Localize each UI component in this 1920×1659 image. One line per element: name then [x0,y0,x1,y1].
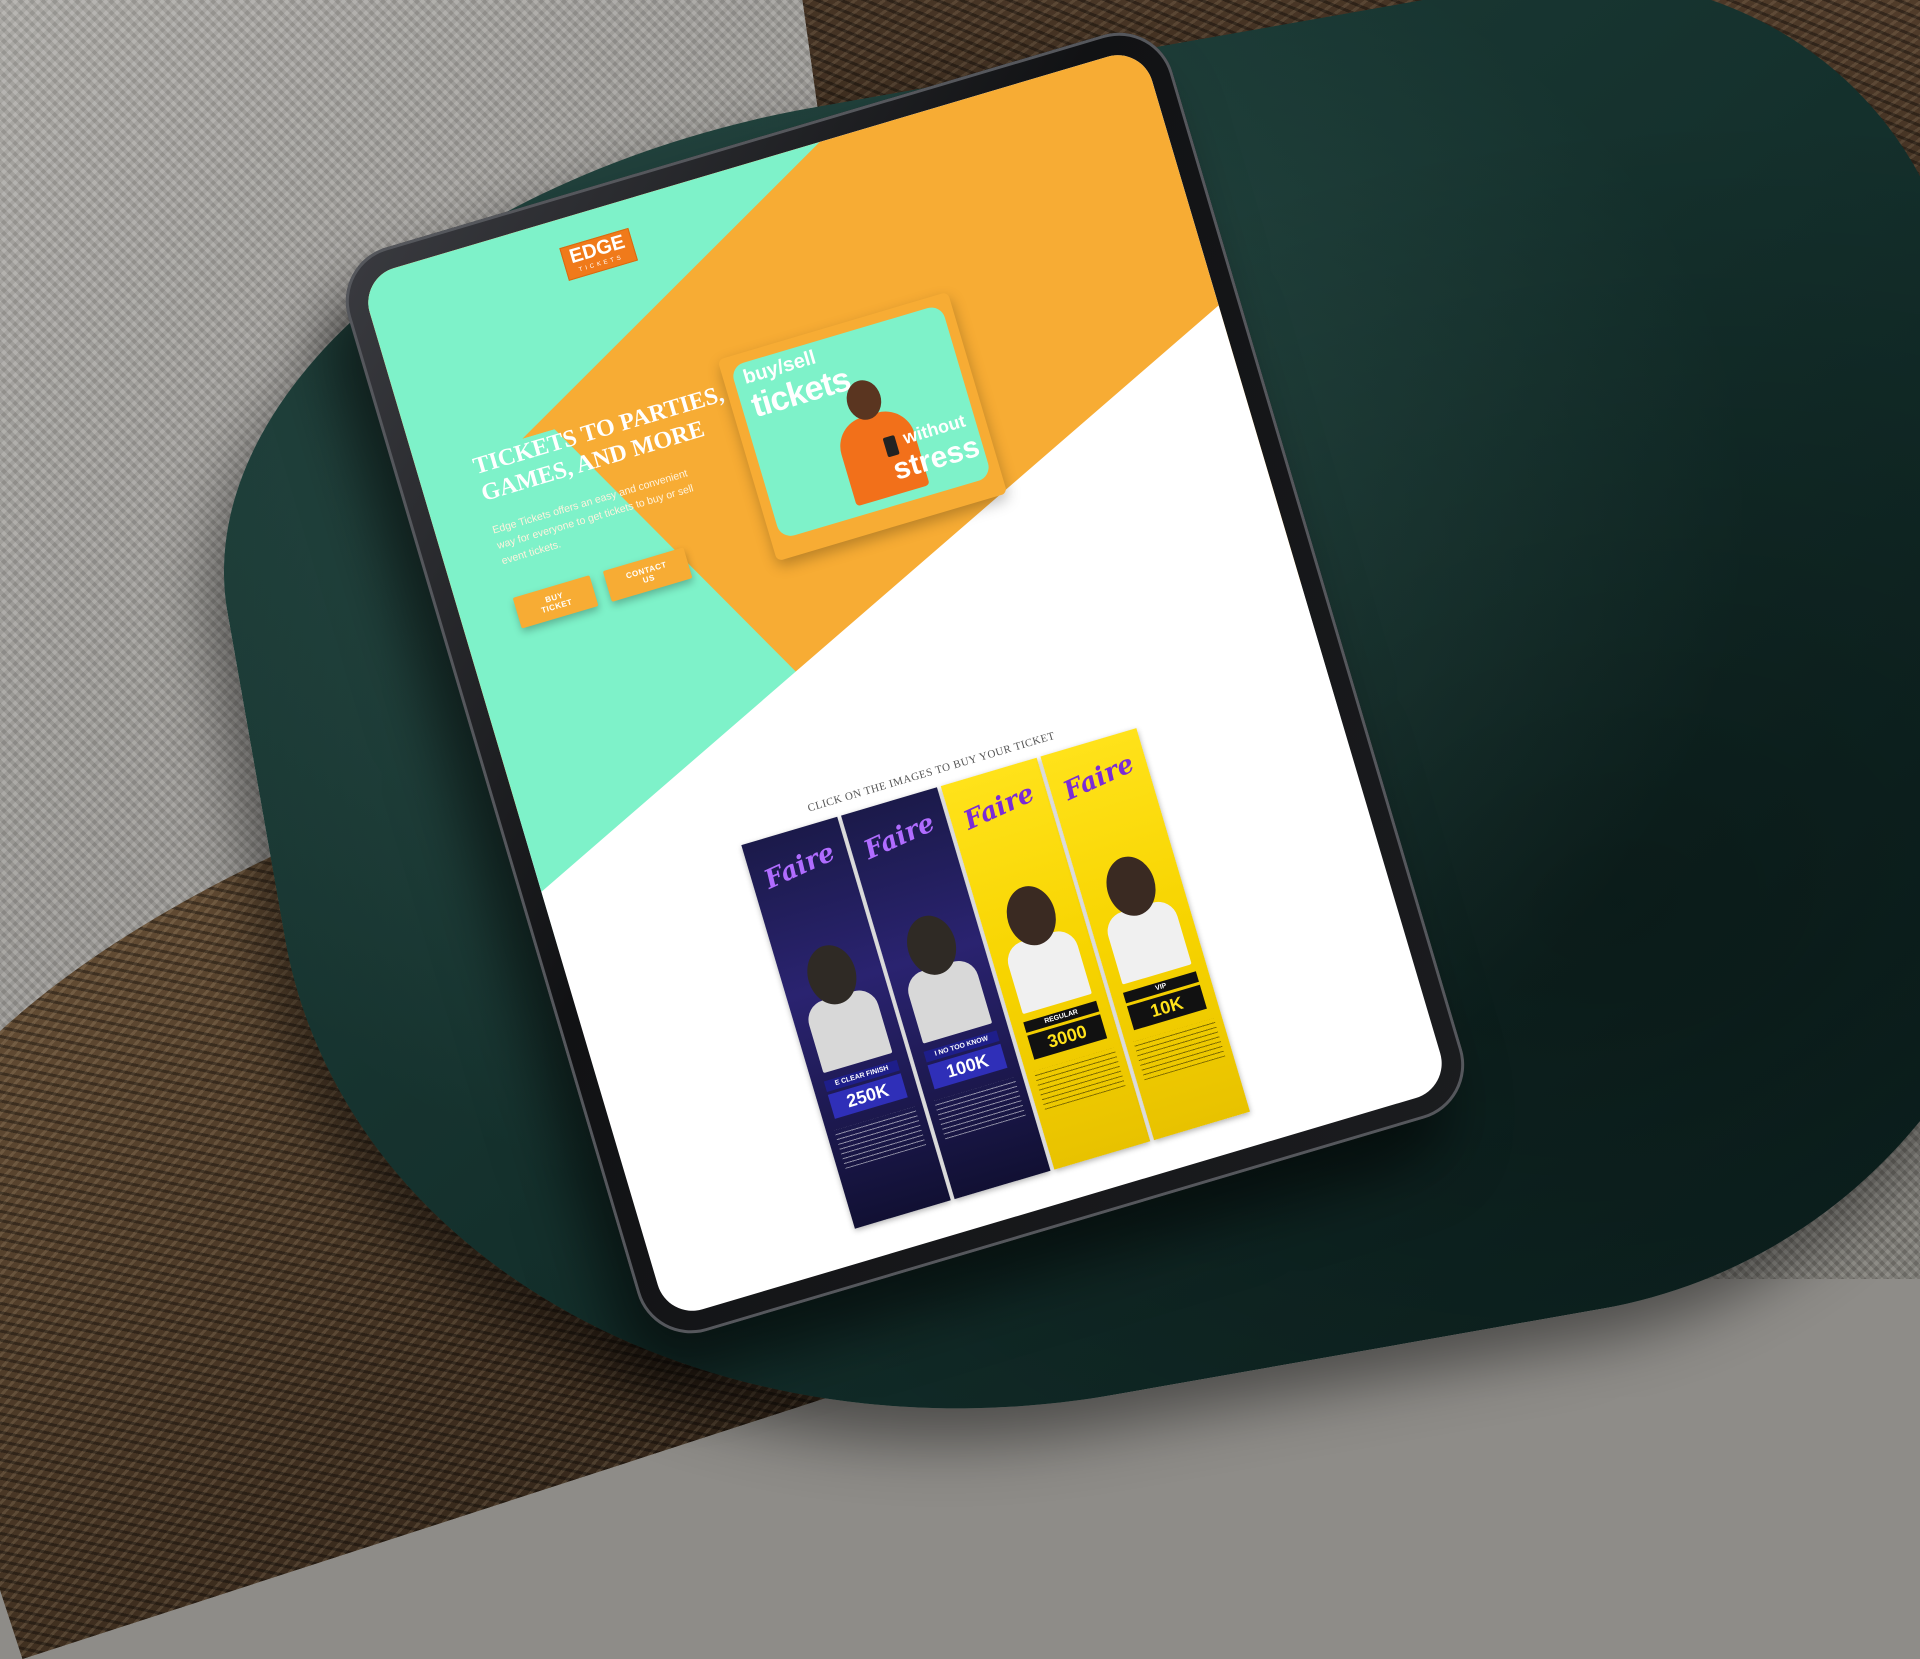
ticket-fine-print [933,1077,1026,1140]
ticket-brand: Faire [959,778,1040,837]
ticket-brand: Faire [1059,748,1139,807]
ticket-fine-print [1133,1018,1226,1081]
ticket-brand: Faire [759,837,840,896]
ticket-fine-print [834,1106,927,1169]
ticket-fine-print [1033,1047,1126,1110]
ticket-brand: Faire [859,807,940,866]
